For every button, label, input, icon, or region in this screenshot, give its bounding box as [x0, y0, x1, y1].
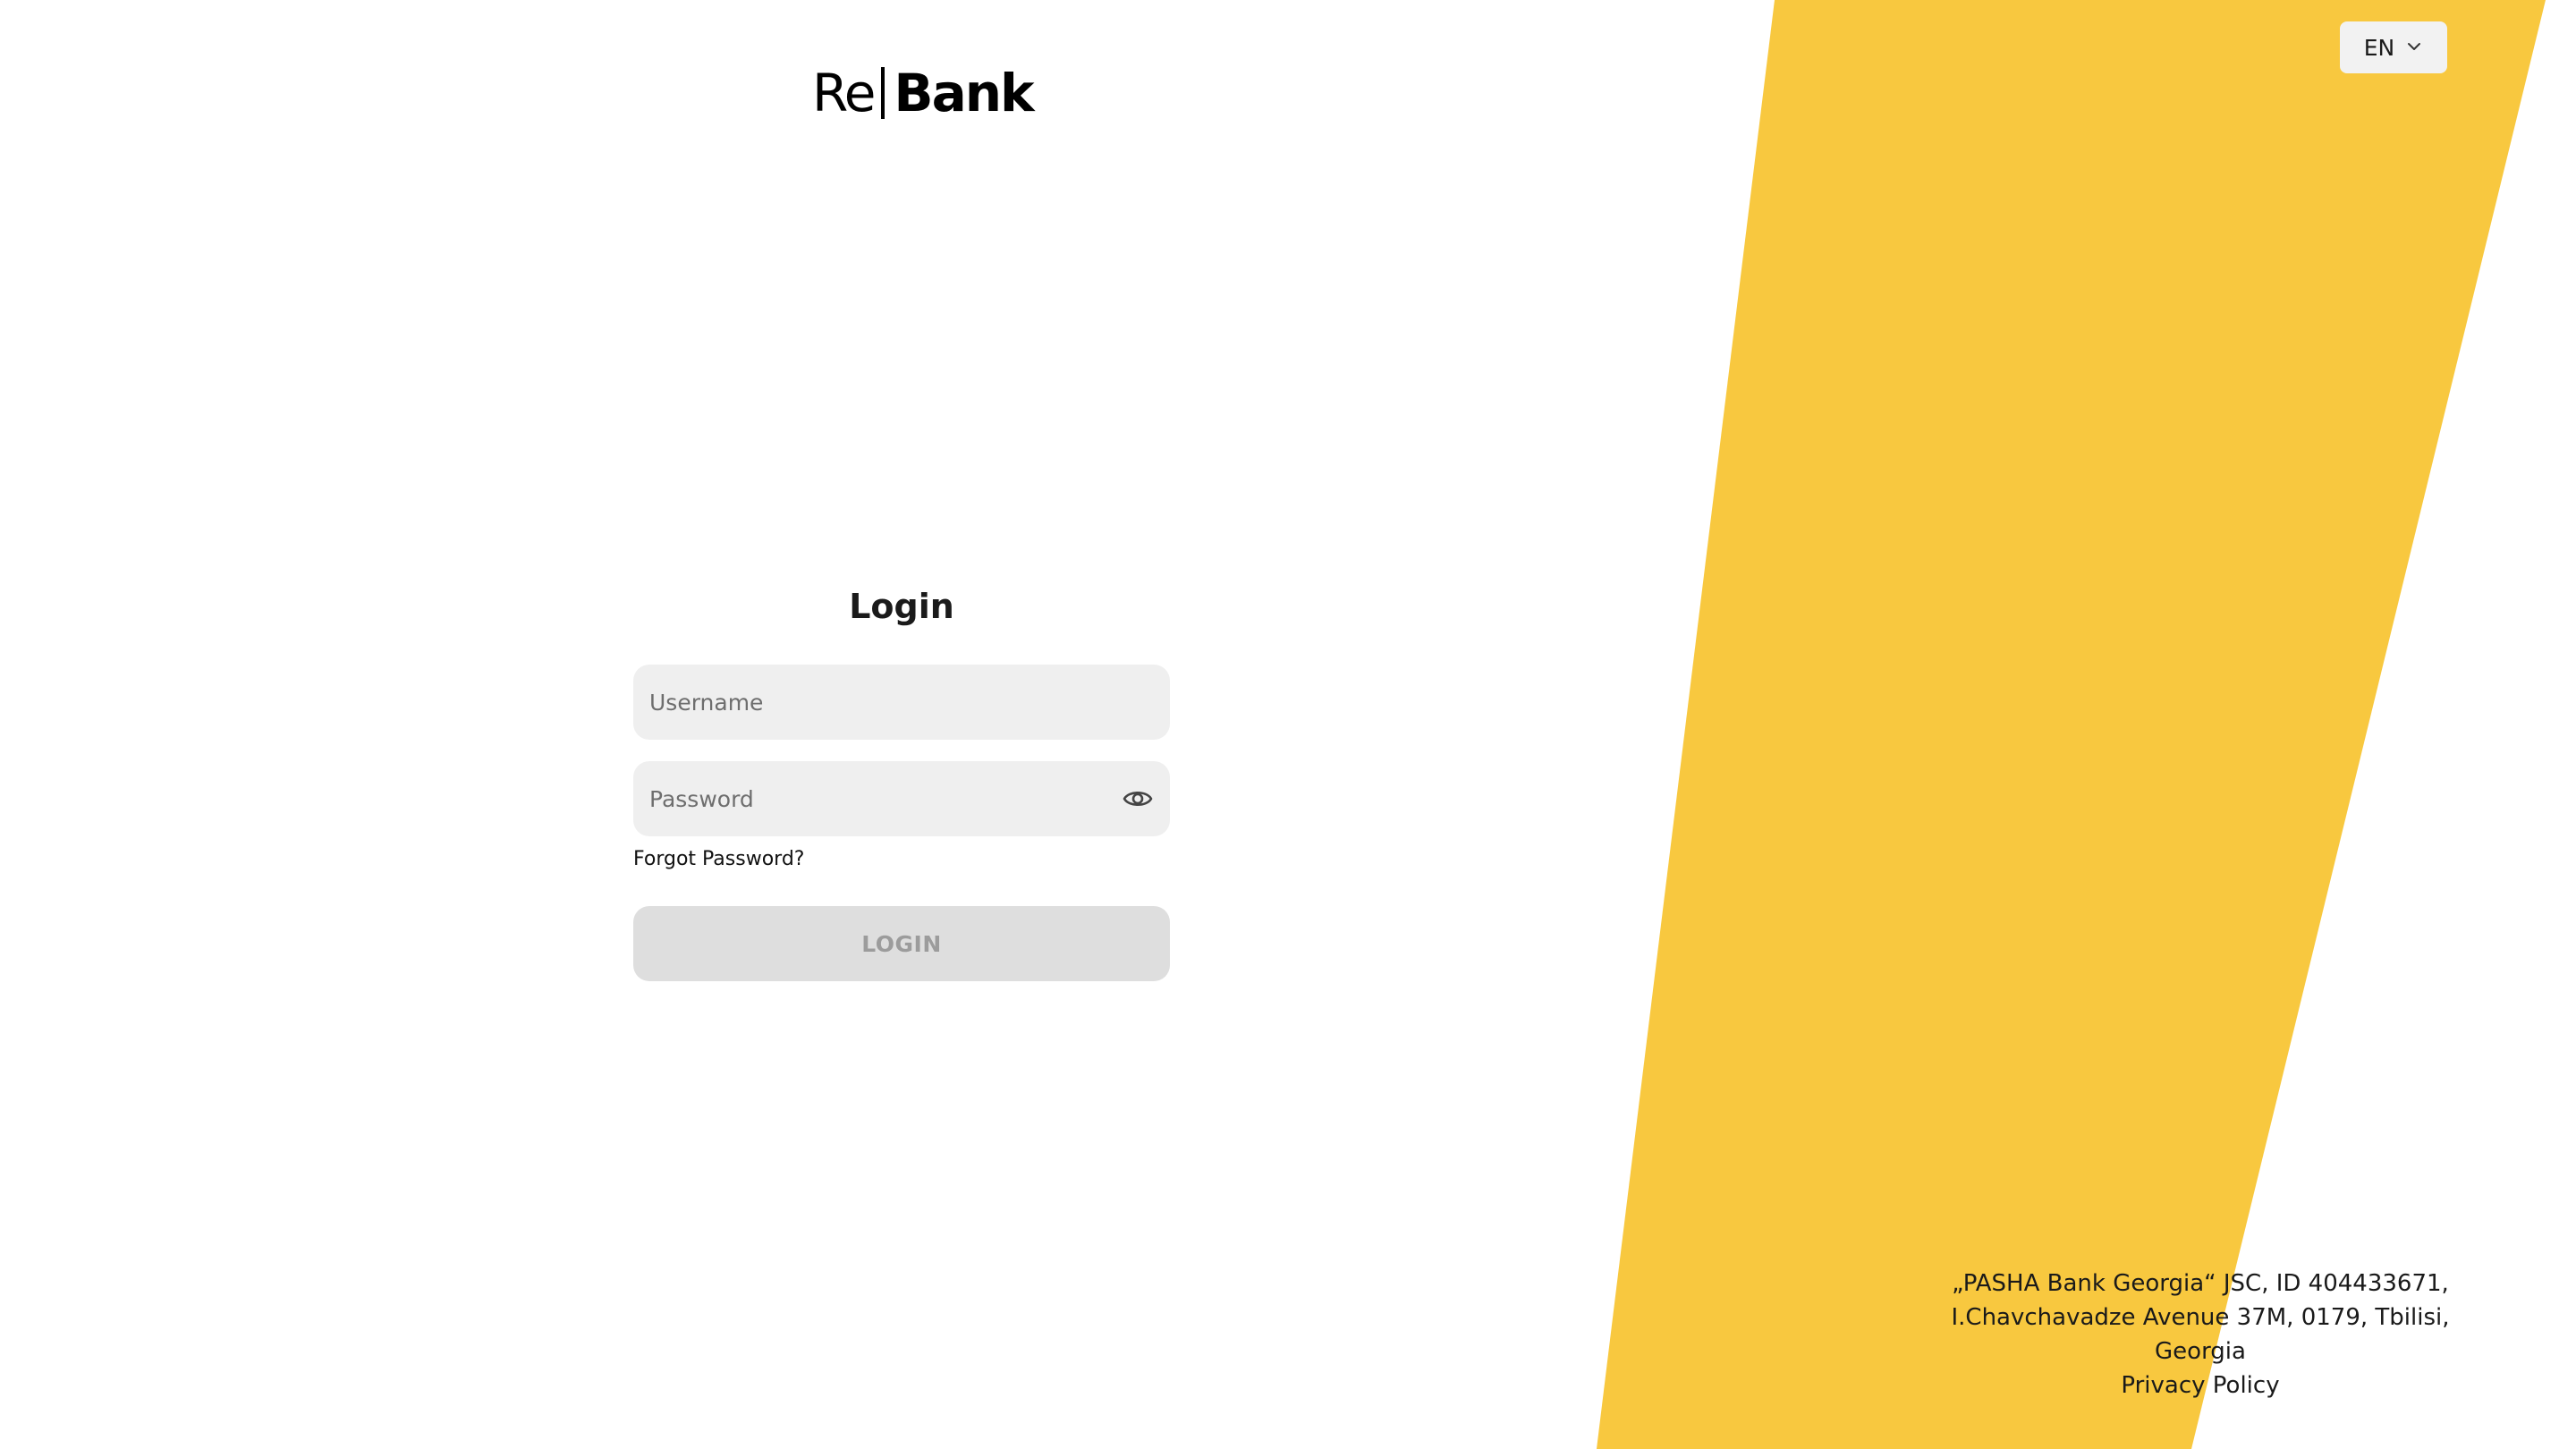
language-selector[interactable]: EN	[2340, 21, 2447, 73]
eye-icon[interactable]	[1122, 783, 1154, 815]
decorative-yellow-band	[1597, 0, 2546, 1449]
logo-text-bank: Bank	[894, 63, 1034, 123]
language-selected-label: EN	[2363, 34, 2395, 61]
logo-divider	[881, 67, 886, 119]
username-field-container	[633, 665, 1170, 740]
footer: „PASHA Bank Georgia“ JSC, ID 404433671, …	[1923, 1267, 2478, 1402]
forgot-password-link[interactable]: Forgot Password?	[633, 848, 804, 870]
footer-address-line-1: „PASHA Bank Georgia“ JSC, ID 404433671,	[1952, 1270, 2449, 1297]
privacy-policy-link[interactable]: Privacy Policy	[2121, 1368, 2279, 1402]
password-field-container	[633, 761, 1170, 836]
footer-address-line-3: Georgia	[2155, 1338, 2246, 1365]
username-input[interactable]	[633, 665, 1170, 740]
rebank-logo: Re Bank	[812, 63, 1035, 123]
chevron-down-icon	[2405, 35, 2423, 61]
login-button[interactable]: LOGIN	[633, 906, 1170, 981]
login-title: Login	[849, 587, 954, 626]
logo-text-re: Re	[812, 63, 876, 123]
footer-address-line-2: I.Chavchavadze Avenue 37M, 0179, Tbilisi…	[1951, 1304, 2450, 1331]
password-input[interactable]	[633, 761, 1170, 836]
